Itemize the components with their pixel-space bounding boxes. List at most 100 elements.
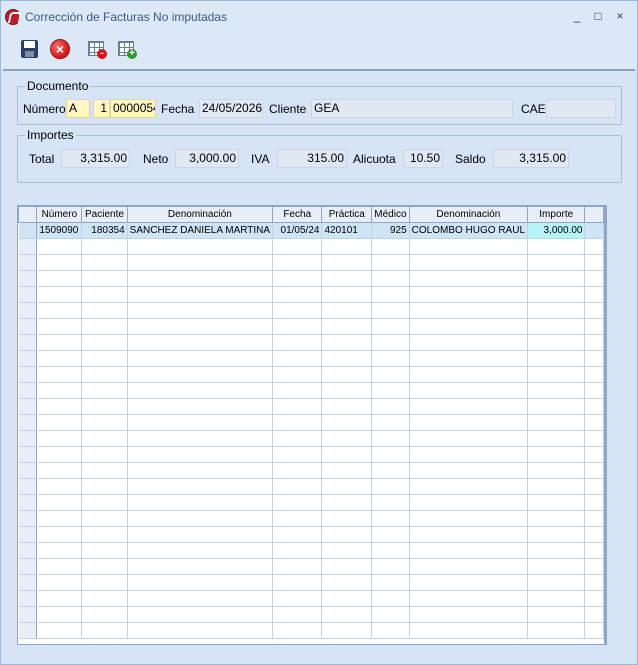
empty-cell[interactable]	[371, 526, 410, 543]
empty-cell[interactable]	[371, 270, 410, 287]
row-indicator[interactable]	[18, 590, 38, 607]
empty-cell[interactable]	[321, 558, 373, 575]
empty-cell[interactable]	[527, 270, 586, 287]
empty-cell[interactable]	[127, 558, 274, 575]
table-row-empty[interactable]	[18, 526, 604, 543]
empty-cell[interactable]	[272, 270, 323, 287]
row-indicator[interactable]	[18, 222, 38, 239]
empty-cell[interactable]	[584, 398, 604, 415]
empty-cell[interactable]	[527, 462, 586, 479]
iva-field[interactable]: 315.00	[277, 149, 347, 168]
empty-cell[interactable]	[409, 398, 529, 415]
empty-cell[interactable]	[527, 350, 586, 367]
empty-cell[interactable]	[36, 398, 83, 415]
table-row-empty[interactable]	[18, 350, 604, 367]
table-row-empty[interactable]	[18, 606, 604, 623]
empty-cell[interactable]	[527, 238, 586, 255]
empty-cell[interactable]	[81, 590, 128, 607]
empty-cell[interactable]	[81, 574, 128, 591]
empty-cell[interactable]	[127, 622, 274, 639]
cell-medico[interactable]: 925	[371, 222, 410, 239]
empty-cell[interactable]	[272, 398, 323, 415]
empty-cell[interactable]	[127, 254, 274, 271]
table-row-empty[interactable]	[18, 302, 604, 319]
empty-cell[interactable]	[321, 398, 373, 415]
empty-cell[interactable]	[584, 494, 604, 511]
empty-cell[interactable]	[584, 318, 604, 335]
empty-cell[interactable]	[36, 366, 83, 383]
table-row-empty[interactable]	[18, 414, 604, 431]
empty-cell[interactable]	[272, 574, 323, 591]
empty-cell[interactable]	[272, 526, 323, 543]
empty-cell[interactable]	[127, 478, 274, 495]
row-indicator[interactable]	[18, 526, 38, 543]
empty-cell[interactable]	[81, 494, 128, 511]
empty-cell[interactable]	[584, 510, 604, 527]
empty-cell[interactable]	[272, 462, 323, 479]
table-row-empty[interactable]	[18, 334, 604, 351]
empty-cell[interactable]	[36, 318, 83, 335]
cell-denominacion-medico[interactable]: COLOMBO HUGO RAUL	[409, 222, 529, 239]
empty-cell[interactable]	[527, 366, 586, 383]
table-row-empty[interactable]	[18, 286, 604, 303]
row-indicator[interactable]	[18, 494, 38, 511]
empty-cell[interactable]	[272, 334, 323, 351]
empty-cell[interactable]	[527, 510, 586, 527]
empty-cell[interactable]	[409, 622, 529, 639]
empty-cell[interactable]	[371, 238, 410, 255]
col-header-practica[interactable]: Práctica	[321, 206, 373, 223]
empty-cell[interactable]	[371, 254, 410, 271]
row-indicator[interactable]	[18, 286, 38, 303]
empty-cell[interactable]	[584, 334, 604, 351]
row-indicator[interactable]	[18, 430, 38, 447]
table-row-empty[interactable]	[18, 574, 604, 591]
empty-cell[interactable]	[527, 542, 586, 559]
empty-cell[interactable]	[321, 430, 373, 447]
empty-cell[interactable]	[127, 414, 274, 431]
numero-field[interactable]: 0000054	[110, 99, 156, 118]
empty-cell[interactable]	[272, 558, 323, 575]
empty-cell[interactable]	[321, 606, 373, 623]
punto-venta-field[interactable]: 1	[93, 99, 110, 118]
empty-cell[interactable]	[584, 414, 604, 431]
empty-cell[interactable]	[584, 254, 604, 271]
empty-cell[interactable]	[36, 238, 83, 255]
empty-cell[interactable]	[527, 334, 586, 351]
empty-cell[interactable]	[527, 398, 586, 415]
empty-cell[interactable]	[527, 590, 586, 607]
empty-cell[interactable]	[36, 590, 83, 607]
table-row-empty[interactable]	[18, 398, 604, 415]
empty-cell[interactable]	[272, 590, 323, 607]
table-row-empty[interactable]	[18, 254, 604, 271]
empty-cell[interactable]	[272, 318, 323, 335]
empty-cell[interactable]	[371, 366, 410, 383]
row-indicator[interactable]	[18, 542, 38, 559]
empty-cell[interactable]	[127, 398, 274, 415]
alicuota-field[interactable]: 10.50	[403, 149, 443, 168]
empty-cell[interactable]	[36, 462, 83, 479]
maximize-button[interactable]: □	[588, 7, 608, 25]
empty-cell[interactable]	[371, 382, 410, 399]
table-row-empty[interactable]	[18, 510, 604, 527]
empty-cell[interactable]	[584, 606, 604, 623]
grid-add-icon[interactable]: +	[116, 38, 138, 60]
row-indicator[interactable]	[18, 414, 38, 431]
empty-cell[interactable]	[371, 606, 410, 623]
empty-cell[interactable]	[81, 238, 128, 255]
empty-cell[interactable]	[36, 494, 83, 511]
empty-cell[interactable]	[371, 350, 410, 367]
empty-cell[interactable]	[584, 382, 604, 399]
table-row-empty[interactable]	[18, 494, 604, 511]
empty-cell[interactable]	[127, 590, 274, 607]
empty-cell[interactable]	[272, 606, 323, 623]
empty-cell[interactable]	[371, 286, 410, 303]
empty-cell[interactable]	[584, 238, 604, 255]
cell-importe[interactable]: 3,000.00	[527, 222, 586, 239]
empty-cell[interactable]	[272, 430, 323, 447]
empty-cell[interactable]	[584, 350, 604, 367]
table-row-empty[interactable]	[18, 318, 604, 335]
empty-cell[interactable]	[81, 286, 128, 303]
row-indicator[interactable]	[18, 606, 38, 623]
empty-cell[interactable]	[584, 366, 604, 383]
col-header-importe[interactable]: Importe	[527, 206, 586, 223]
